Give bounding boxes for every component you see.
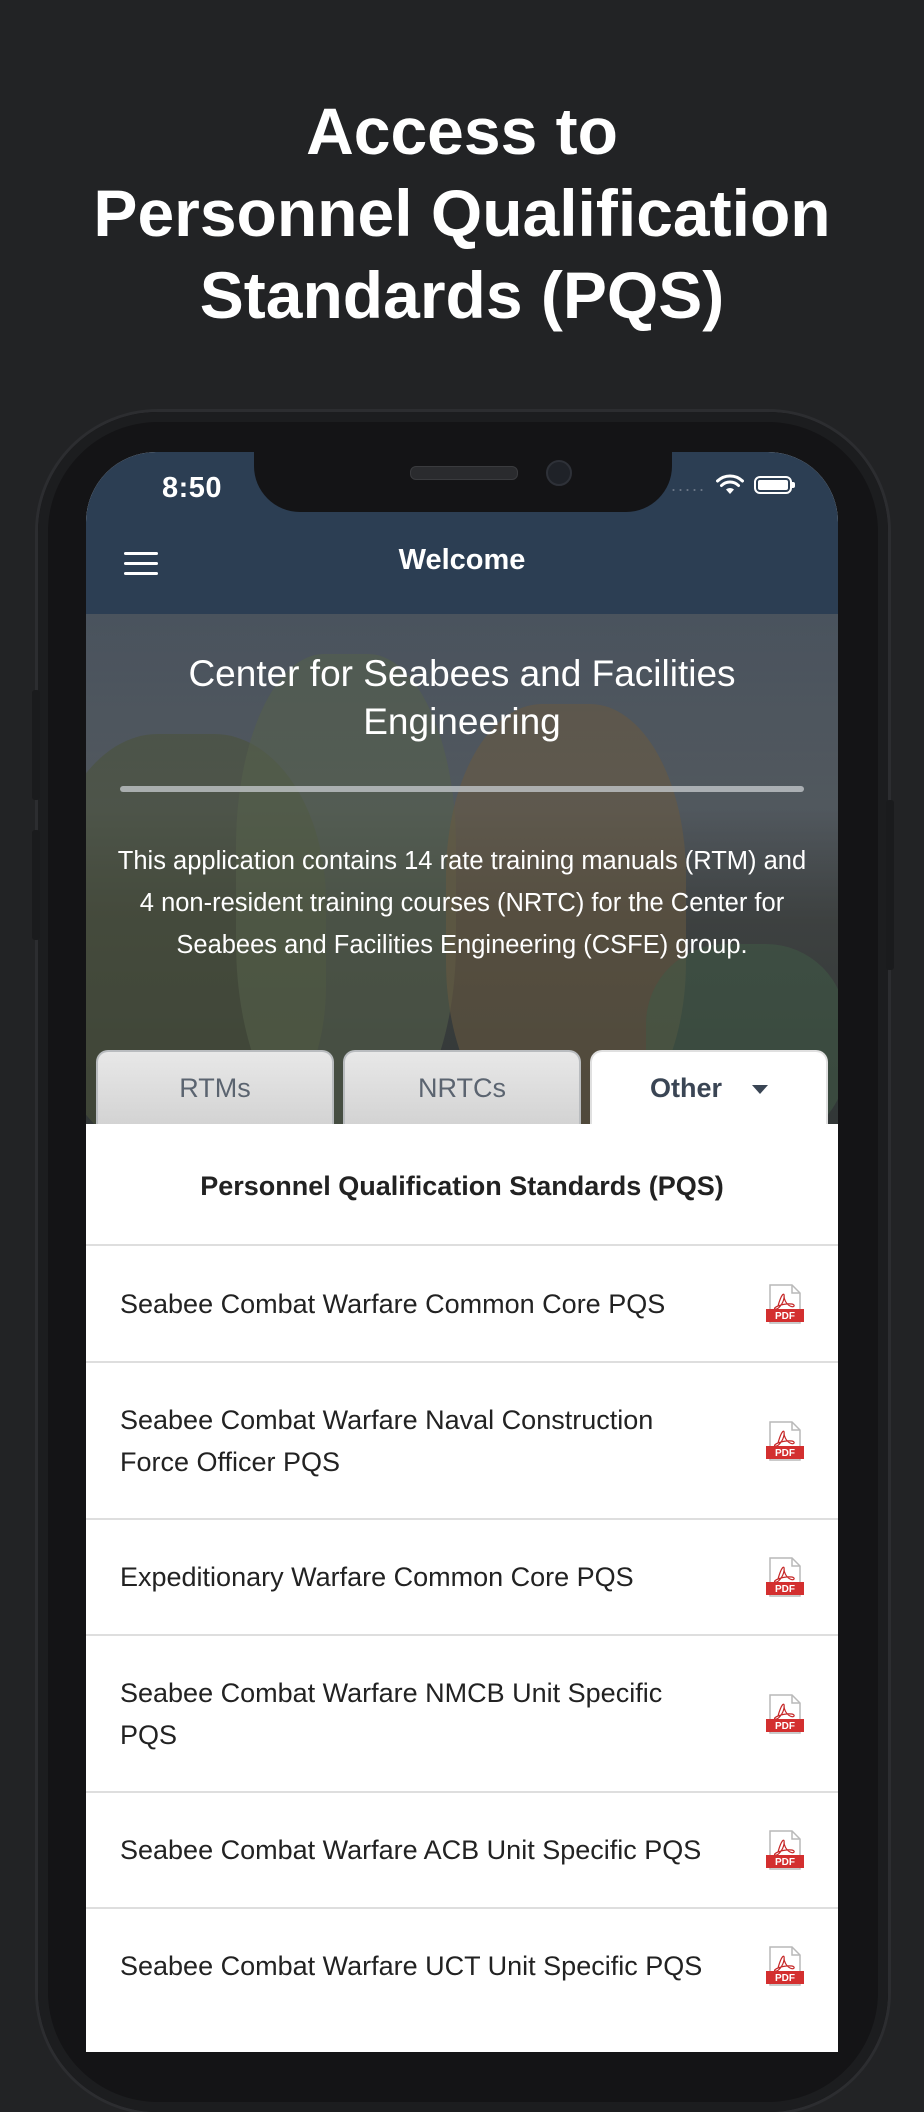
pdf-icon: PDF xyxy=(766,1284,804,1324)
headline-line-1: Access to xyxy=(306,94,618,168)
document-title: Seabee Combat Warfare UCT Unit Specific … xyxy=(120,1951,703,1981)
front-camera xyxy=(546,460,572,486)
pdf-icon: PDF xyxy=(766,1421,804,1461)
phone-side-button xyxy=(886,800,894,970)
list-item[interactable]: Expeditionary Warfare Common Core PQS PD… xyxy=(86,1520,838,1636)
tab-other[interactable]: Other xyxy=(590,1050,828,1124)
pdf-icon: PDF xyxy=(766,1557,804,1597)
document-title: Expeditionary Warfare Common Core PQS xyxy=(120,1562,634,1592)
list-item[interactable]: Seabee Combat Warfare NMCB Unit Specific… xyxy=(86,1636,838,1793)
svg-text:PDF: PDF xyxy=(775,1584,795,1595)
document-title: Seabee Combat Warfare ACB Unit Specific … xyxy=(120,1835,702,1865)
tab-rtms[interactable]: RTMs xyxy=(96,1050,334,1124)
svg-text:PDF: PDF xyxy=(775,1973,795,1984)
pdf-icon: PDF xyxy=(766,1830,804,1870)
pdf-icon: PDF xyxy=(766,1946,804,1986)
phone-side-button xyxy=(32,690,40,800)
tab-nrtcs[interactable]: NRTCs xyxy=(343,1050,581,1124)
nav-title: Welcome xyxy=(398,544,526,576)
pdf-icon: PDF xyxy=(766,1694,804,1734)
tab-label: NRTCs xyxy=(417,1073,506,1103)
tab-label: Other xyxy=(649,1073,722,1103)
svg-text:PDF: PDF xyxy=(775,1311,795,1322)
signal-dots: ..... xyxy=(670,474,706,495)
hero-title: Center for Seabees and Facilities Engine… xyxy=(188,653,736,742)
status-bar: 8:50 ..... xyxy=(86,452,838,514)
status-time: 8:50 xyxy=(162,472,223,504)
svg-text:PDF: PDF xyxy=(775,1448,795,1459)
list-item[interactable]: Seabee Combat Warfare Naval Construction… xyxy=(86,1363,838,1520)
promo-headline: Access to Personnel Qualification Standa… xyxy=(0,90,924,336)
svg-text:PDF: PDF xyxy=(775,1857,795,1868)
document-title: Seabee Combat Warfare Naval Construction… xyxy=(120,1405,654,1477)
hero-divider xyxy=(120,786,804,792)
battery-icon xyxy=(754,476,795,494)
section-title: Personnel Qualification Standards (PQS) xyxy=(86,1124,838,1246)
headline-line-3: Standards (PQS) xyxy=(199,258,725,332)
category-tabs: RTMs NRTCs Other xyxy=(96,1050,828,1124)
headline-line-2: Personnel Qualification xyxy=(93,176,831,250)
document-title: Seabee Combat Warfare NMCB Unit Specific… xyxy=(120,1678,663,1750)
hero-banner: Center for Seabees and Facilities Engine… xyxy=(86,614,838,1124)
document-title: Seabee Combat Warfare Common Core PQS xyxy=(120,1289,666,1319)
list-item[interactable]: Seabee Combat Warfare ACB Unit Specific … xyxy=(86,1793,838,1909)
list-item[interactable]: Seabee Combat Warfare UCT Unit Specific … xyxy=(86,1909,838,2025)
wifi-icon xyxy=(716,474,744,494)
nav-bar: Welcome xyxy=(86,514,838,614)
phone-screen: 8:50 ..... Welcome Center for Seabees an… xyxy=(86,452,838,2052)
list-item[interactable]: Seabee Combat Warfare Common Core PQS PD… xyxy=(86,1246,838,1363)
caret-down-icon xyxy=(752,1085,768,1095)
document-list: Seabee Combat Warfare Common Core PQS PD… xyxy=(86,1246,838,2025)
svg-text:PDF: PDF xyxy=(775,1721,795,1732)
notch xyxy=(254,452,672,512)
tab-label: RTMs xyxy=(179,1073,251,1103)
hero-description: This application contains 14 rate traini… xyxy=(117,847,807,959)
speaker-grille xyxy=(410,466,518,480)
status-icons: ..... xyxy=(670,474,795,496)
phone-side-button xyxy=(32,830,40,940)
